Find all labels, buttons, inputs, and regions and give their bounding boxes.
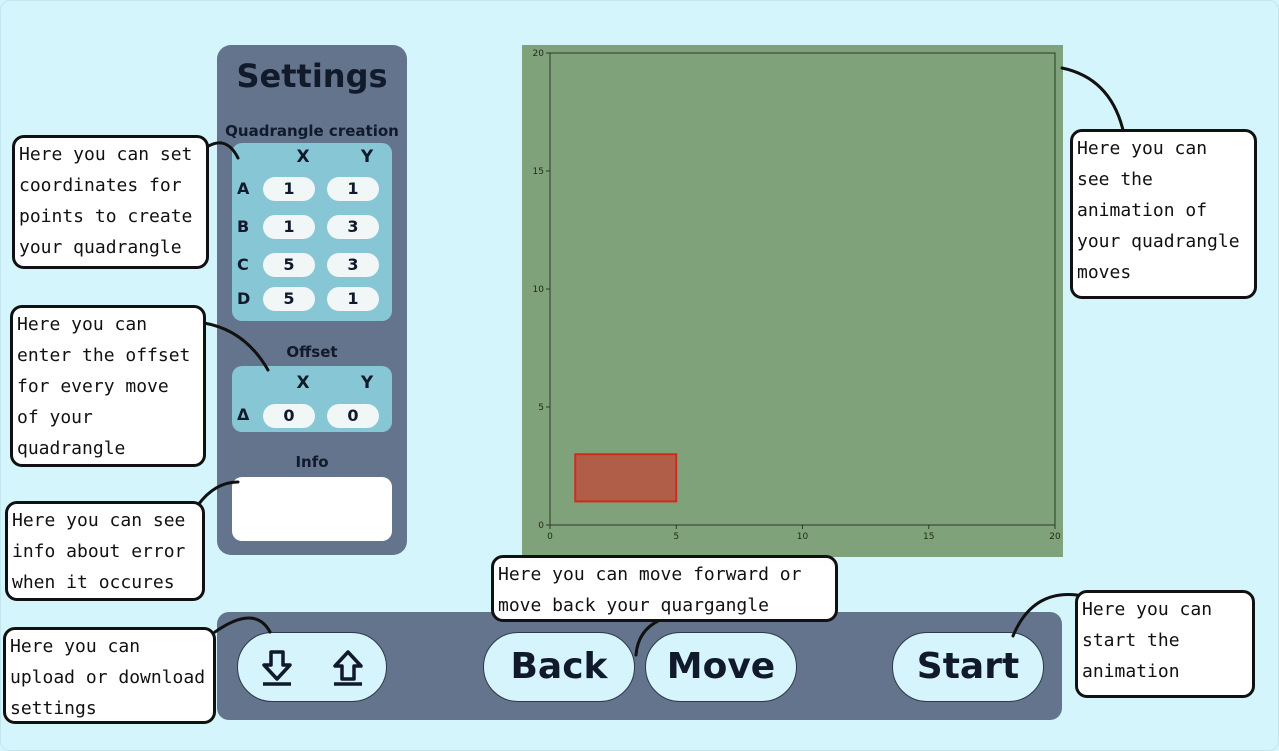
offset-x-header: X (296, 373, 310, 393)
offset-label: Offset (286, 343, 338, 361)
move-button[interactable]: Move (645, 632, 797, 702)
x-tick-label: 0 (547, 532, 553, 542)
download-arrow-icon[interactable] (260, 649, 294, 687)
callout-info: Here you can see info about error when i… (5, 501, 205, 601)
col-y-header: Y (360, 147, 374, 167)
callout-animation: Here you can see the animation of your q… (1070, 129, 1257, 299)
y-tick-label: 20 (533, 49, 545, 59)
quadrangle-shape (574, 453, 678, 503)
settings-panel: Settings Quadrangle creation X Y A 1 1 B… (217, 45, 407, 555)
offset-card: X Y Δ 0 0 (232, 366, 392, 432)
point-b-x-input[interactable]: 1 (263, 215, 315, 239)
point-b-y-input[interactable]: 3 (327, 215, 379, 239)
x-tick-label: 5 (673, 532, 679, 542)
callout-upload-download: Here you can upload or download settings (3, 627, 216, 724)
point-b-label: B (237, 217, 250, 236)
x-tick-label: 15 (923, 532, 934, 542)
point-d-y-input[interactable]: 1 (327, 287, 379, 311)
point-c-x-input[interactable]: 5 (263, 253, 315, 277)
upload-arrow-icon[interactable] (331, 649, 365, 687)
point-c-y-input[interactable]: 3 (327, 253, 379, 277)
settings-title: Settings (236, 57, 388, 95)
point-d-x-input[interactable]: 5 (263, 287, 315, 311)
offset-x-input[interactable]: 0 (263, 404, 315, 428)
info-box (232, 477, 392, 541)
x-tick-label: 20 (1049, 532, 1061, 542)
back-button[interactable]: Back (483, 632, 635, 702)
point-c-label: C (237, 255, 249, 274)
info-label: Info (295, 453, 329, 471)
y-tick-label: 15 (533, 167, 544, 177)
x-tick-label: 10 (797, 532, 809, 542)
callout-offset: Here you can enter the offset for every … (10, 305, 206, 467)
y-tick-label: 10 (533, 285, 545, 295)
plot-svg: 0 5 10 15 20 0 5 10 15 20 (533, 49, 1061, 542)
offset-delta-label: Δ (237, 405, 250, 424)
callout-coordinates: Here you can set coordinates for points … (12, 135, 209, 269)
animation-plot: 0 5 10 15 20 0 5 10 15 20 (522, 45, 1063, 557)
upload-download-button-group (237, 632, 387, 702)
point-a-y-input[interactable]: 1 (327, 177, 379, 201)
offset-y-input[interactable]: 0 (327, 404, 379, 428)
y-tick-label: 5 (538, 403, 544, 413)
bottom-toolbar: Back Move Start (217, 612, 1062, 720)
point-a-x-input[interactable]: 1 (263, 177, 315, 201)
offset-y-header: Y (360, 373, 374, 393)
point-a-label: A (237, 179, 250, 198)
callout-start: Here you can start the animation (1075, 590, 1255, 698)
quadrangle-creation-label: Quadrangle creation (225, 122, 399, 140)
col-x-header: X (296, 147, 310, 167)
points-card: X Y A 1 1 B 1 3 C 5 3 D 5 1 (232, 143, 392, 321)
callout-move-back: Here you can move forward or move back y… (491, 555, 838, 622)
point-d-label: D (237, 289, 251, 308)
start-button[interactable]: Start (892, 632, 1044, 702)
y-tick-label: 0 (538, 521, 544, 531)
